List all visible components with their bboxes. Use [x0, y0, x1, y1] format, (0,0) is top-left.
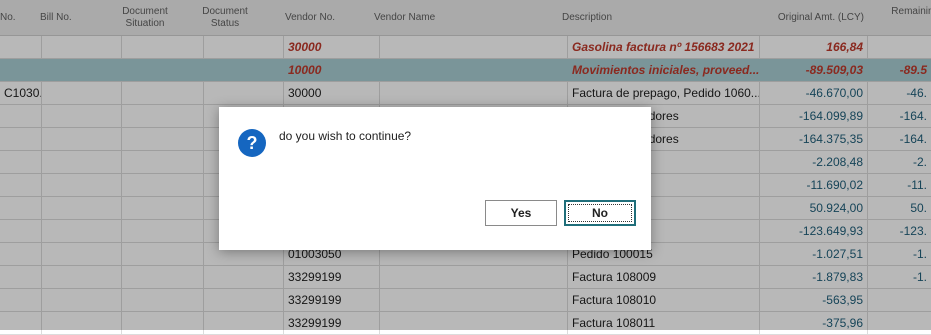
question-icon: ? [238, 129, 266, 157]
no-button[interactable]: No [564, 200, 636, 226]
dialog-message: do you wish to continue? [279, 129, 412, 143]
confirm-dialog: ? do you wish to continue? Yes No [219, 107, 651, 250]
yes-button[interactable]: Yes [485, 200, 557, 226]
no-button-label: No [568, 204, 632, 222]
